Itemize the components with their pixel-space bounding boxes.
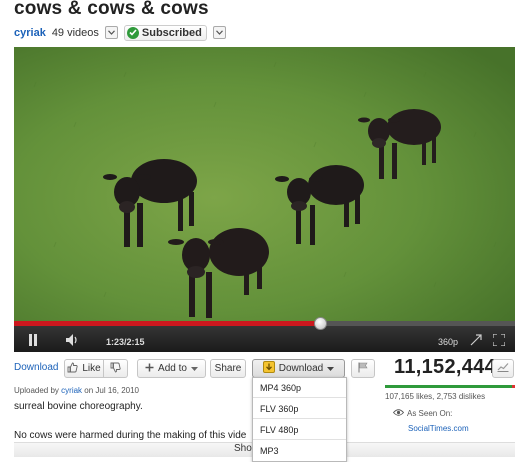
eye-icon — [392, 409, 405, 418]
fullscreen-icon[interactable] — [492, 333, 506, 351]
pause-icon[interactable] — [28, 333, 38, 351]
seek-handle[interactable] — [314, 317, 327, 330]
download-menu: MP4 360p FLV 360p FLV 480p MP3 — [252, 377, 347, 462]
download-option-mp4-360p[interactable]: MP4 360p — [253, 378, 346, 398]
likes-ratio-bar — [385, 385, 515, 388]
subscribed-label: Subscribed — [141, 26, 202, 39]
video-still-cows — [14, 47, 515, 321]
flag-icon — [358, 362, 368, 376]
download-option-flv-480p[interactable]: FLV 480p — [253, 420, 346, 440]
quality-selector[interactable]: 360p — [438, 337, 458, 347]
description-line-2: No cows were harmed during the making of… — [14, 430, 247, 441]
likes-ratio-fill — [385, 385, 512, 388]
video-player[interactable]: 1:23/2:15 360p — [14, 47, 515, 352]
stats-chart-icon — [497, 362, 509, 375]
uploaded-by-label: Uploaded by — [14, 386, 59, 395]
download-button-label: Download — [278, 363, 324, 374]
as-seen-on: As Seen On: — [392, 409, 453, 418]
download-option-flv-360p[interactable]: FLV 360p — [253, 399, 346, 419]
time-total: 2:15 — [126, 337, 145, 347]
show-more-label[interactable]: Sho — [234, 443, 252, 454]
video-frame[interactable] — [14, 47, 515, 321]
like-button[interactable]: Like — [64, 359, 104, 378]
subscription-options-chevron-icon[interactable] — [212, 26, 226, 39]
download-arrow-icon — [262, 361, 275, 376]
description-line-1: surreal bovine choreography. — [14, 401, 143, 412]
uploader-link[interactable]: cyriak — [61, 386, 82, 395]
download-link[interactable]: Download — [14, 362, 58, 373]
download-option-mp3[interactable]: MP3 — [253, 441, 346, 461]
share-button[interactable]: Share — [210, 359, 246, 378]
upload-date: on Jul 16, 2010 — [84, 386, 139, 395]
thumbs-down-icon — [110, 362, 121, 376]
as-seen-on-link[interactable]: SocialTimes.com — [408, 424, 469, 433]
caret-down-icon — [327, 363, 335, 374]
channel-link[interactable]: cyriak — [14, 27, 46, 39]
like-label: Like — [82, 363, 101, 374]
channel-row: cyriak 49 videos Subscribed — [14, 24, 226, 41]
likes-dislikes-count: 107,165 likes, 2,753 dislikes — [385, 392, 486, 401]
player-controls: 1:23/2:15 360p — [14, 317, 515, 352]
video-title: cows & cows & cows — [14, 0, 209, 19]
stats-button[interactable] — [492, 359, 514, 378]
add-to-label: Add to — [158, 363, 187, 374]
video-count: 49 videos — [51, 26, 99, 39]
dislike-button[interactable] — [104, 359, 128, 378]
progress-fill — [14, 321, 320, 326]
flag-button[interactable] — [351, 359, 375, 378]
add-to-button[interactable]: Add to — [137, 359, 206, 378]
check-icon — [126, 26, 139, 39]
thumbs-up-icon — [67, 362, 78, 376]
subscribed-button[interactable]: Subscribed — [123, 24, 207, 41]
caret-down-icon — [190, 363, 198, 374]
as-seen-on-label: As Seen On: — [407, 409, 453, 418]
download-button[interactable]: Download — [252, 359, 345, 378]
plus-icon — [145, 363, 154, 375]
view-count: 11,152,444 — [394, 356, 496, 378]
uploader-info: Uploaded by cyriak on Jul 16, 2010 — [14, 386, 139, 395]
time-current: 1:23 — [106, 337, 125, 347]
time-display: 1:23/2:15 — [106, 337, 145, 347]
popout-icon[interactable] — [470, 333, 482, 351]
volume-icon[interactable] — [66, 333, 80, 351]
channel-menu-chevron-icon[interactable] — [104, 26, 118, 39]
